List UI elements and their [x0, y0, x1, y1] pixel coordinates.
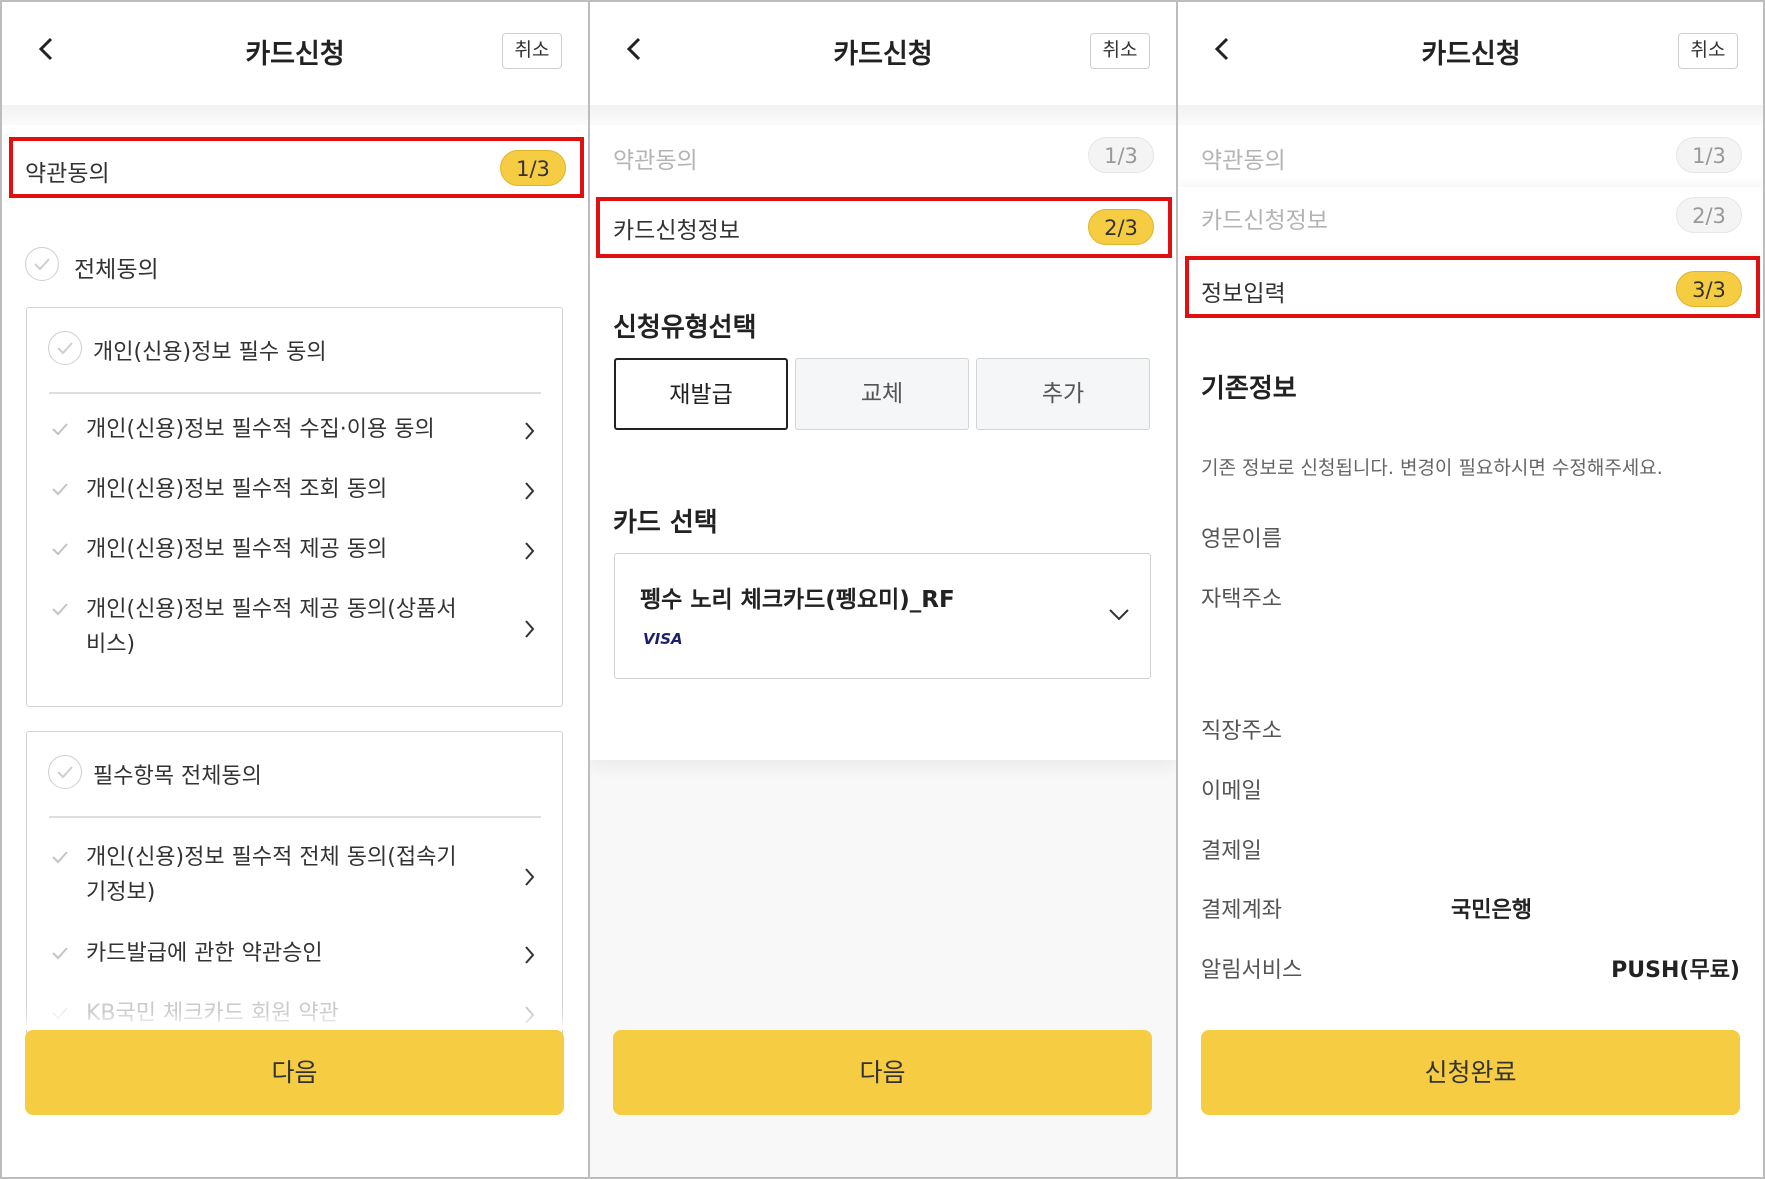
chevron-right-icon [525, 868, 535, 886]
notification-value: PUSH(무료) [1611, 958, 1740, 983]
scroll-fade [2, 1012, 588, 1030]
app-header: 카드신청 취소 [2, 0, 588, 105]
agree-all-checkbox[interactable] [25, 247, 59, 281]
group1-title: 개인(신용)정보 필수 동의 [93, 340, 327, 365]
step-label: 카드신청정보 [1201, 208, 1328, 234]
step-label: 카드신청정보 [613, 218, 740, 244]
app-header: 카드신청 취소 [590, 0, 1176, 105]
field-label-payment-day: 결제일 [1201, 839, 1262, 864]
consent-group-personal: 개인(신용)정보 필수 동의 개인(신용)정보 필수적 수집·이용 동의 개인(… [26, 307, 563, 707]
consent-item[interactable]: 개인(신용)정보 필수적 조회 동의 [27, 476, 564, 516]
check-icon [52, 851, 68, 864]
step-badge: 2/3 [1088, 209, 1154, 245]
cancel-button[interactable]: 취소 [1678, 33, 1738, 69]
field-label-payment-account: 결제계좌 [1201, 898, 1282, 923]
step-input: 정보입력 3/3 [1178, 259, 1764, 319]
chevron-right-icon [525, 422, 535, 440]
step-terms[interactable]: 약관동의 1/3 [590, 127, 1176, 185]
consent-item[interactable]: 개인(신용)정보 필수적 수집·이용 동의 [27, 416, 564, 456]
check-icon [52, 543, 68, 556]
type-option-replace[interactable]: 교체 [795, 358, 969, 430]
card-name: 펭수 노리 체크카드(펭요미)_RF [640, 587, 955, 613]
divider [49, 392, 541, 394]
consent-item-label: 개인(신용)정보 필수적 수집·이용 동의 [86, 417, 435, 442]
step-badge: 1/3 [1676, 137, 1742, 173]
step-label: 약관동의 [1201, 148, 1286, 174]
consent-item[interactable]: 개인(신용)정보 필수적 제공 동의(상품서비스) [27, 596, 564, 672]
step-badge: 3/3 [1676, 271, 1742, 307]
consent-item-label: 개인(신용)정보 필수적 제공 동의(상품서비스) [86, 597, 457, 657]
divider [49, 816, 541, 818]
screen-info-input: 카드신청 취소 약관동의 1/3 카드신청정보 2/3 정보입력 3/3 기존정… [1178, 0, 1764, 1179]
consent-item-label: 개인(신용)정보 필수적 조회 동의 [86, 477, 388, 502]
cancel-button[interactable]: 취소 [502, 33, 562, 69]
agree-all-label: 전체동의 [74, 257, 159, 283]
group1-checkbox[interactable] [48, 331, 82, 365]
page-title: 카드신청 [1421, 39, 1521, 70]
field-label-email: 이메일 [1201, 779, 1262, 804]
existing-info-title: 기존정보 [1201, 374, 1297, 404]
step-badge: 1/3 [500, 150, 566, 186]
consent-item-label: 카드발급에 관한 약관승인 [86, 941, 323, 966]
step-badge: 2/3 [1676, 197, 1742, 233]
step-label: 약관동의 [613, 148, 698, 174]
next-button[interactable]: 다음 [25, 1030, 564, 1115]
consent-item-label: 개인(신용)정보 필수적 전체 동의(접속기기정보) [86, 845, 457, 905]
screen-terms: 카드신청 취소 약관동의 1/3 전체동의 개인(신용)정보 필수 동의 개인(… [2, 0, 588, 1179]
cancel-button[interactable]: 취소 [1090, 33, 1150, 69]
card-section-title: 카드 선택 [613, 508, 718, 538]
chevron-right-icon [525, 482, 535, 500]
chevron-right-icon [525, 542, 535, 560]
field-label-english-name: 영문이름 [1201, 527, 1282, 552]
page-title: 카드신청 [245, 39, 345, 70]
chevron-right-icon [525, 946, 535, 964]
info-description: 기존 정보로 신청됩니다. 변경이 필요하시면 수정해주세요. [1201, 457, 1663, 479]
type-section-title: 신청유형선택 [613, 313, 757, 343]
header-shadow [2, 105, 588, 125]
step-terms[interactable]: 약관동의 1/3 [1178, 127, 1764, 185]
card-select-dropdown[interactable]: 펭수 노리 체크카드(펭요미)_RF VISA [614, 553, 1151, 679]
step-card-info: 카드신청정보 2/3 [590, 197, 1176, 259]
field-label-work-address: 직장주소 [1201, 719, 1282, 744]
step-card-info[interactable]: 카드신청정보 2/3 [1178, 187, 1764, 245]
payment-account-value: 국민은행 [1451, 898, 1532, 923]
scroll-fade [1178, 1012, 1764, 1030]
consent-group-required: 필수항목 전체동의 개인(신용)정보 필수적 전체 동의(접속기기정보) 카드발… [26, 731, 563, 1051]
screen-card-info: 카드신청 취소 약관동의 1/3 카드신청정보 2/3 신청유형선택 재발급 교… [590, 0, 1176, 1179]
group2-title: 필수항목 전체동의 [93, 764, 262, 789]
page-title: 카드신청 [833, 39, 933, 70]
next-button[interactable]: 다음 [613, 1030, 1152, 1115]
type-option-add[interactable]: 추가 [976, 358, 1150, 430]
consent-item-label: 개인(신용)정보 필수적 제공 동의 [86, 537, 388, 562]
visa-logo-icon: VISA [643, 630, 683, 648]
check-icon [52, 483, 68, 496]
check-icon [52, 603, 68, 616]
field-label-home-address: 자택주소 [1201, 587, 1282, 612]
complete-button[interactable]: 신청완료 [1201, 1030, 1740, 1115]
step-badge: 1/3 [1088, 137, 1154, 173]
chevron-right-icon [525, 620, 535, 638]
content-background [590, 760, 1176, 1179]
type-option-reissue[interactable]: 재발급 [614, 358, 788, 430]
group2-checkbox[interactable] [48, 755, 82, 789]
step-label: 약관동의 [25, 161, 110, 187]
header-shadow [1178, 105, 1764, 125]
field-label-notification: 알림서비스 [1201, 958, 1303, 983]
consent-item[interactable]: 카드발급에 관한 약관승인 [27, 940, 564, 980]
header-shadow [590, 105, 1176, 125]
step-label: 정보입력 [1201, 281, 1286, 307]
check-icon [52, 423, 68, 436]
step-terms: 약관동의 1/3 [2, 140, 588, 198]
app-header: 카드신청 취소 [1178, 0, 1764, 105]
chevron-down-icon [1109, 609, 1129, 621]
consent-item[interactable]: 개인(신용)정보 필수적 전체 동의(접속기기정보) [27, 844, 564, 920]
check-icon [52, 947, 68, 960]
consent-item[interactable]: 개인(신용)정보 필수적 제공 동의 [27, 536, 564, 576]
